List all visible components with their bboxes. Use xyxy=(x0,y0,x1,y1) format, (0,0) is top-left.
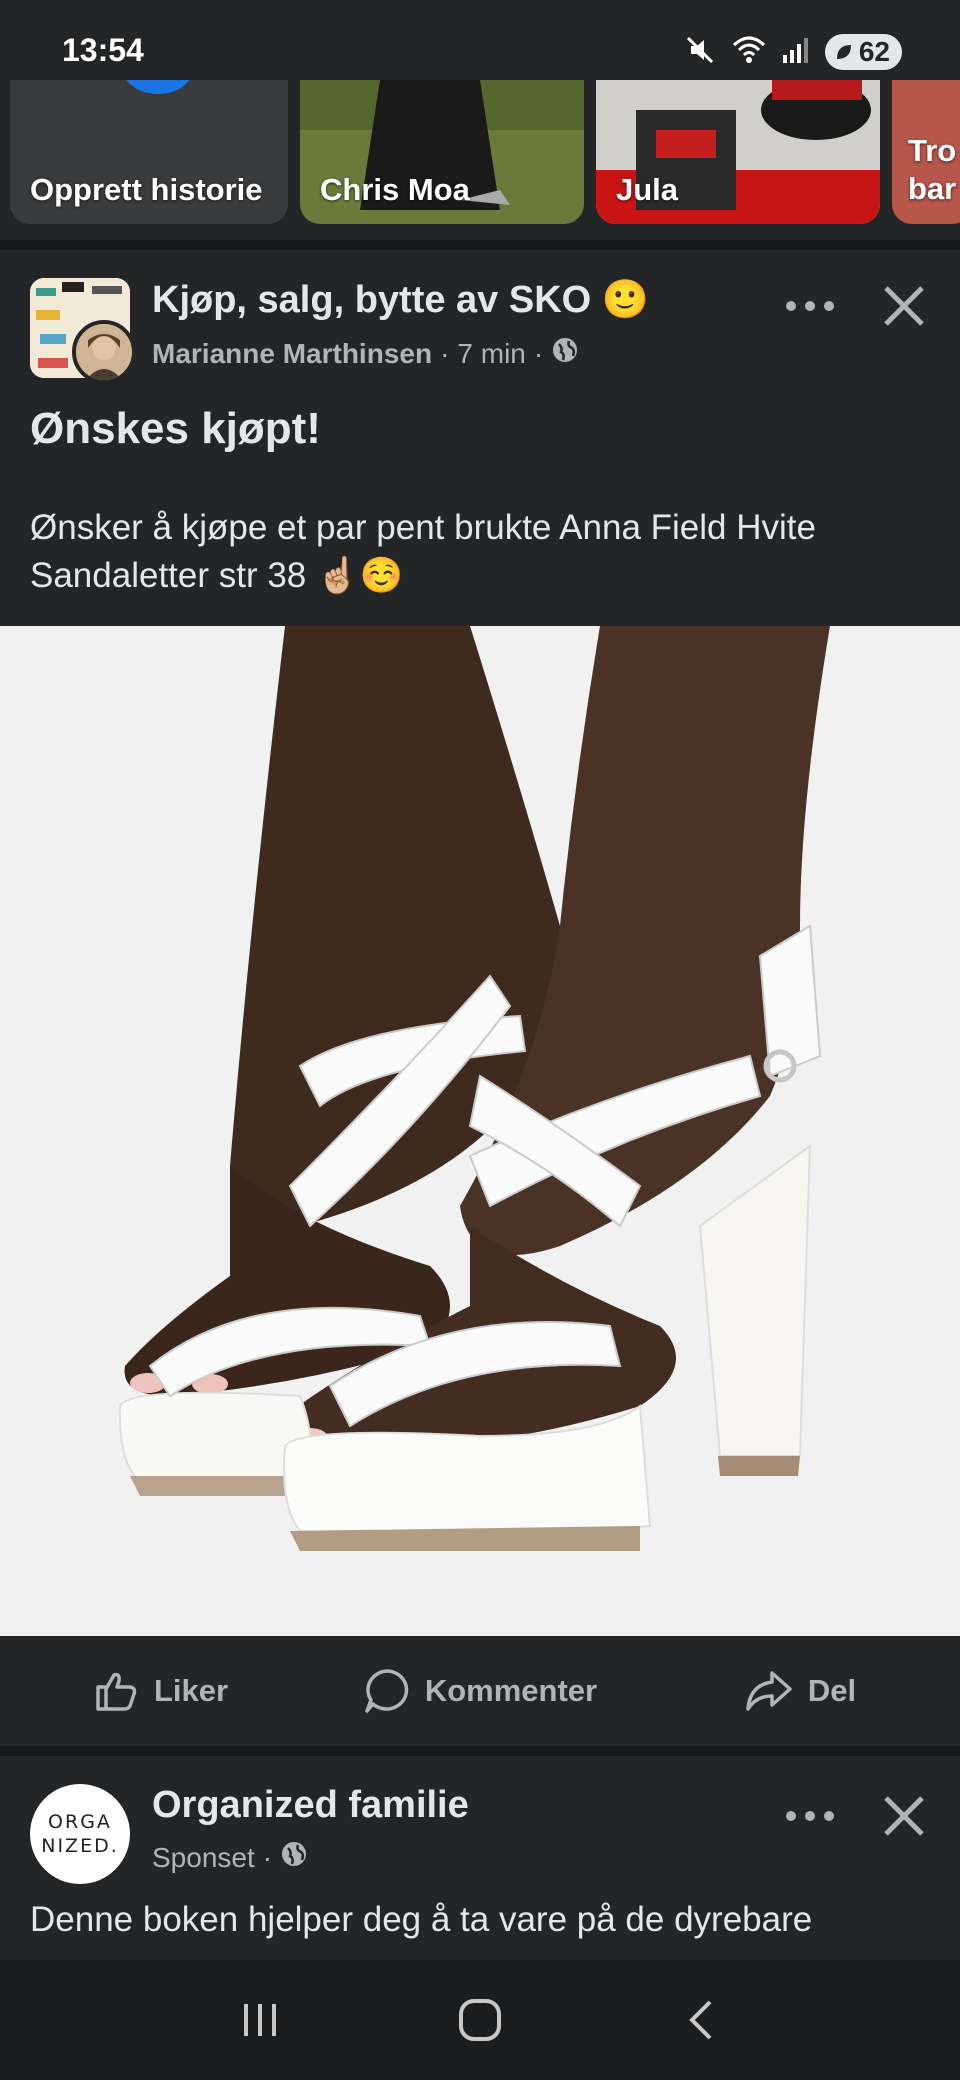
recent-apps-icon xyxy=(244,2004,276,2036)
feed-divider xyxy=(0,1746,960,1756)
back-button[interactable] xyxy=(655,1980,745,2060)
back-chevron-icon xyxy=(689,2000,712,2040)
share-icon xyxy=(746,1671,792,1711)
sponsored-post-header: ORGA NIZED. Organized familie Sponset · xyxy=(0,1756,960,1906)
home-button[interactable] xyxy=(435,1980,525,2060)
close-icon xyxy=(884,1796,924,1836)
sponsored-label: Sponset xyxy=(152,1841,255,1873)
globe-icon xyxy=(280,1840,308,1875)
stories-strip: Opprett historie Chris Moa Jula Tro bar xyxy=(0,80,960,240)
meta-separator: · xyxy=(262,1841,273,1873)
story-jula[interactable]: Jula xyxy=(596,80,880,224)
story-label: Jula xyxy=(616,172,679,207)
battery-level: 62 xyxy=(858,36,890,67)
post-author[interactable]: Marianne Marthinsen xyxy=(152,338,432,370)
post-action-bar: Liker Kommenter Del xyxy=(0,1636,960,1746)
more-options-button[interactable] xyxy=(778,286,842,326)
create-story-plus-icon xyxy=(122,80,194,94)
story-create[interactable]: Opprett historie xyxy=(10,80,288,224)
globe-icon xyxy=(551,336,579,371)
story-label: Opprett historie xyxy=(30,172,263,207)
post-title: Ønskes kjøpt! xyxy=(30,404,321,453)
white-sandals-photo xyxy=(0,626,960,1636)
author-avatar[interactable] xyxy=(72,320,136,384)
sponsor-avatar[interactable]: ORGA NIZED. xyxy=(30,1784,130,1884)
share-button[interactable]: Del xyxy=(640,1667,960,1715)
post-meta: Marianne Marthinsen · 7 min · xyxy=(152,336,579,371)
comment-label: Kommenter xyxy=(424,1673,598,1708)
status-icons: 62 xyxy=(683,32,902,72)
recent-apps-button[interactable] xyxy=(215,1980,305,2060)
share-label: Del xyxy=(807,1673,857,1708)
hide-post-button[interactable] xyxy=(872,274,936,338)
sponsor-more-options-button[interactable] xyxy=(778,1796,842,1836)
sponsored-body: Denne boken hjelper deg å ta vare på de … xyxy=(30,1900,813,1939)
more-dots-icon xyxy=(786,1811,834,1821)
thumbs-up-icon xyxy=(96,1672,137,1711)
status-bar: 13:54 62 xyxy=(0,0,960,80)
sponsor-meta: Sponset · xyxy=(152,1840,308,1875)
status-time: 13:54 xyxy=(62,32,144,68)
post-image[interactable] xyxy=(0,626,960,1636)
sponsor-name[interactable]: Organized familie xyxy=(152,1784,469,1827)
post-header: Kjøp, salg, bytte av SKO 🙂 Marianne Mart… xyxy=(0,250,960,390)
home-icon xyxy=(459,1999,501,2041)
post-body: Ønsker å kjøpe et par pent brukte Anna F… xyxy=(30,508,816,595)
system-nav-bar xyxy=(0,1960,960,2080)
like-button[interactable]: Liker xyxy=(0,1667,320,1715)
signal-icon xyxy=(781,35,811,70)
like-label: Liker xyxy=(153,1673,229,1708)
comment-icon xyxy=(365,1669,409,1713)
meta-separator: · xyxy=(533,337,544,369)
story-label: Tro bar xyxy=(908,133,957,206)
wifi-icon xyxy=(731,33,767,72)
battery-icon: 62 xyxy=(824,34,902,70)
meta-separator: · xyxy=(440,337,450,369)
story-tro-bar[interactable]: Tro bar xyxy=(892,80,960,224)
more-dots-icon xyxy=(786,301,834,311)
post-time[interactable]: 7 min xyxy=(457,338,525,370)
hide-sponsored-button[interactable] xyxy=(872,1784,936,1848)
mute-icon xyxy=(683,33,717,72)
group-name[interactable]: Kjøp, salg, bytte av SKO 🙂 xyxy=(152,278,649,322)
story-label: Chris Moa xyxy=(320,172,470,207)
story-chris-moa[interactable]: Chris Moa xyxy=(300,80,584,224)
feed-divider xyxy=(0,240,960,250)
comment-button[interactable]: Kommenter xyxy=(320,1667,640,1715)
close-icon xyxy=(884,286,924,326)
